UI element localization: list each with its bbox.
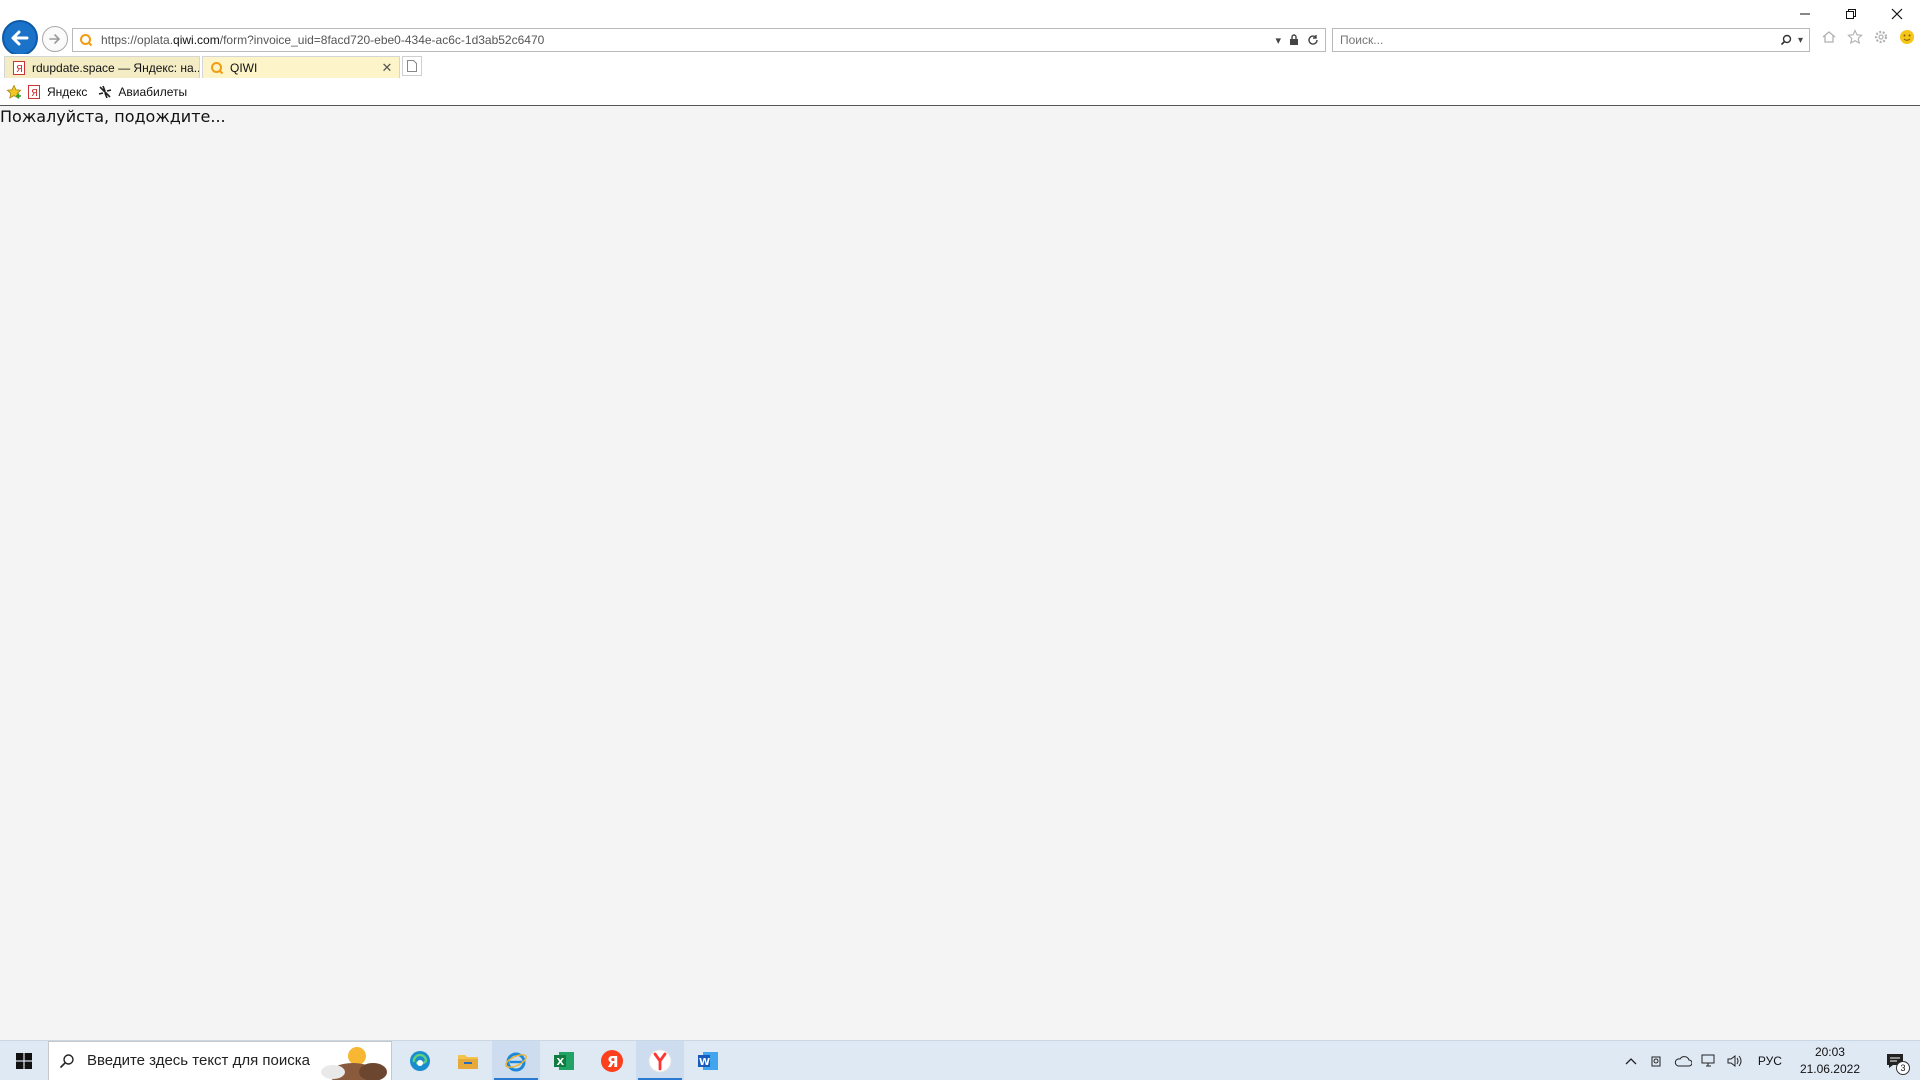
back-button[interactable] bbox=[2, 20, 38, 56]
start-button[interactable] bbox=[0, 1041, 48, 1080]
yandex-icon: Я bbox=[601, 1049, 623, 1072]
address-url[interactable]: https://oplata.qiwi.com/form?invoice_uid… bbox=[101, 33, 1275, 47]
taskbar-word[interactable]: W bbox=[684, 1041, 732, 1080]
svg-text:Я: Я bbox=[607, 1053, 619, 1071]
feedback-smiley-icon[interactable] bbox=[1898, 28, 1916, 46]
close-tab-icon[interactable]: ✕ bbox=[379, 60, 395, 76]
tab-label: rdupdate.space — Яндекс: на... bbox=[32, 60, 199, 75]
close-icon bbox=[1891, 8, 1903, 20]
input-language[interactable]: РУС bbox=[1758, 1054, 1782, 1068]
show-hidden-icons-chevron-up-icon[interactable] bbox=[1622, 1052, 1640, 1070]
favorite-yandex[interactable]: Я Яндекс bbox=[26, 84, 87, 100]
tab-bar: Я rdupdate.space — Яндекс: на... QIWI ✕ bbox=[0, 54, 1920, 78]
browser-top-bar: https://oplata.qiwi.com/form?invoice_uid… bbox=[0, 0, 1920, 56]
taskbar-search-placeholder: Введите здесь текст для поиска bbox=[87, 1052, 310, 1069]
volume-icon[interactable] bbox=[1726, 1052, 1744, 1070]
taskbar-edge[interactable] bbox=[396, 1041, 444, 1080]
taskbar-file-explorer[interactable] bbox=[444, 1041, 492, 1080]
windows-logo-icon bbox=[16, 1052, 32, 1069]
tab-qiwi[interactable]: QIWI ✕ bbox=[202, 56, 400, 78]
favorites-star-icon[interactable] bbox=[1846, 28, 1864, 46]
taskbar-search-box[interactable]: Введите здесь текст для поиска bbox=[48, 1040, 392, 1080]
svg-text:Я: Я bbox=[16, 64, 23, 75]
tab-label: QIWI bbox=[230, 60, 258, 75]
home-icon[interactable] bbox=[1820, 28, 1838, 46]
qiwi-favicon-icon bbox=[77, 31, 95, 49]
search-box[interactable]: ▾ bbox=[1332, 28, 1810, 52]
favorite-aviabilety[interactable]: Авиабилеты bbox=[97, 84, 187, 100]
folder-icon bbox=[458, 1054, 478, 1069]
restore-icon bbox=[1846, 9, 1856, 19]
network-icon[interactable] bbox=[1700, 1052, 1718, 1070]
minimize-icon bbox=[1800, 13, 1810, 15]
taskbar-internet-explorer[interactable] bbox=[492, 1040, 540, 1080]
taskbar-yandex-browser[interactable] bbox=[636, 1040, 684, 1080]
minimize-button[interactable] bbox=[1782, 0, 1828, 28]
new-tab-button[interactable] bbox=[402, 56, 422, 76]
search-icon bbox=[59, 1053, 74, 1068]
add-to-favorites-icon[interactable] bbox=[6, 84, 22, 100]
internet-explorer-icon bbox=[505, 1052, 527, 1071]
taskbar-excel[interactable]: X bbox=[540, 1041, 588, 1080]
search-dropdown-icon[interactable]: ▾ bbox=[1798, 35, 1803, 46]
lock-icon[interactable] bbox=[1289, 34, 1299, 46]
dropdown-arrow-icon[interactable]: ▾ bbox=[1275, 34, 1281, 47]
page-content: Пожалуйста, подождите... bbox=[0, 107, 1920, 1040]
tab-rdupdate[interactable]: Я rdupdate.space — Яндекс: на... bbox=[4, 56, 200, 78]
yandex-browser-icon bbox=[648, 1049, 672, 1072]
restore-button[interactable] bbox=[1828, 0, 1874, 28]
address-bar[interactable]: https://oplata.qiwi.com/form?invoice_uid… bbox=[72, 28, 1326, 52]
system-tray: РУС 20:03 21.06.2022 3 bbox=[1622, 1041, 1920, 1080]
clock-date: 21.06.2022 bbox=[1799, 1061, 1860, 1076]
taskbar: Введите здесь текст для поиска X Я W РУС… bbox=[0, 1040, 1920, 1080]
forward-button[interactable] bbox=[42, 26, 68, 52]
onedrive-cloud-icon[interactable] bbox=[1674, 1052, 1692, 1070]
clock[interactable]: 20:03 21.06.2022 bbox=[1800, 1044, 1860, 1078]
notification-count-badge: 3 bbox=[1896, 1060, 1910, 1075]
refresh-icon[interactable] bbox=[1307, 34, 1319, 46]
yandex-favicon-icon: Я bbox=[26, 84, 42, 100]
airplane-icon bbox=[97, 84, 113, 100]
settings-gear-icon[interactable] bbox=[1872, 28, 1890, 46]
favorite-label: Авиабилеты bbox=[118, 84, 188, 99]
favorites-bar: Я Яндекс Авиабилеты bbox=[0, 78, 1920, 106]
favorite-label: Яндекс bbox=[47, 84, 88, 99]
edge-icon bbox=[410, 1050, 430, 1071]
svg-text:X: X bbox=[557, 1057, 565, 1068]
new-tab-icon bbox=[407, 60, 417, 72]
weather-illustration-icon bbox=[319, 1046, 387, 1080]
arrow-left-icon bbox=[11, 30, 29, 46]
clock-time: 20:03 bbox=[1814, 1044, 1845, 1059]
notification-center-button[interactable]: 3 bbox=[1878, 1044, 1912, 1078]
loading-message: Пожалуйста, подождите... bbox=[0, 107, 226, 126]
arrow-right-icon bbox=[49, 34, 61, 44]
excel-icon: X bbox=[554, 1051, 574, 1070]
word-icon: W bbox=[698, 1051, 718, 1070]
yandex-favicon-icon: Я bbox=[11, 60, 27, 76]
taskbar-yandex[interactable]: Я bbox=[588, 1041, 636, 1080]
meet-now-icon[interactable] bbox=[1648, 1052, 1666, 1070]
qiwi-favicon-icon bbox=[209, 60, 225, 76]
svg-text:W: W bbox=[699, 1057, 710, 1068]
svg-text:Я: Я bbox=[31, 88, 38, 99]
search-input[interactable] bbox=[1340, 33, 1780, 47]
search-icon[interactable] bbox=[1780, 34, 1792, 46]
close-window-button[interactable] bbox=[1874, 0, 1920, 28]
